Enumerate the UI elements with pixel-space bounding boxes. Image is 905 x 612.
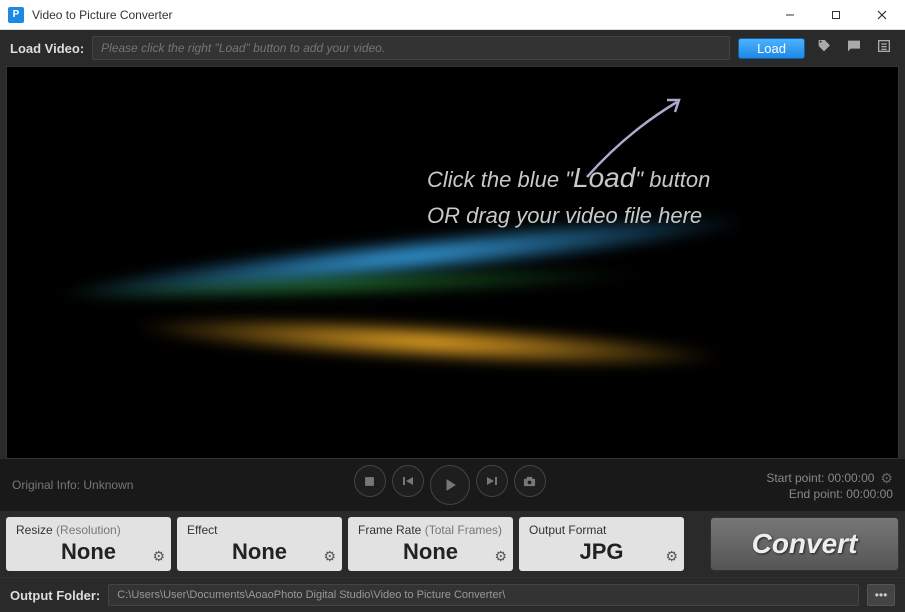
effect-setting[interactable]: Effect None ⚙ [177, 517, 342, 571]
output-folder-label: Output Folder: [10, 588, 100, 603]
tag-icon[interactable] [813, 38, 835, 59]
play-button[interactable] [430, 465, 470, 505]
output-format-setting[interactable]: Output Format JPG ⚙ [519, 517, 684, 571]
maximize-button[interactable] [813, 0, 859, 30]
preview-area[interactable]: Click the blue "Load" button OR drag you… [6, 66, 899, 459]
load-button[interactable]: Load [738, 38, 805, 59]
gear-icon[interactable]: ⚙ [323, 548, 336, 565]
start-point-label: Start point: 00:00:00 [766, 471, 874, 485]
load-toolbar: Load Video: Load [0, 30, 905, 66]
gear-icon[interactable]: ⚙ [152, 548, 165, 565]
prev-frame-button[interactable] [392, 465, 424, 497]
stop-button[interactable] [354, 465, 386, 497]
app-logo-icon: P [8, 7, 24, 23]
next-frame-button[interactable] [476, 465, 508, 497]
list-icon[interactable] [873, 38, 895, 59]
browse-output-button[interactable]: ••• [867, 584, 895, 606]
titlebar: P Video to Picture Converter [0, 0, 905, 30]
resize-setting[interactable]: Resize (Resolution) None ⚙ [6, 517, 171, 571]
end-point-label: End point: 00:00:00 [789, 487, 893, 501]
trim-settings-icon[interactable]: ⚙ [880, 470, 893, 487]
snapshot-button[interactable] [514, 465, 546, 497]
gear-icon[interactable]: ⚙ [665, 548, 678, 565]
settings-row: Resize (Resolution) None ⚙ Effect None ⚙… [0, 511, 905, 577]
video-path-input[interactable] [92, 36, 730, 60]
close-button[interactable] [859, 0, 905, 30]
gear-icon[interactable]: ⚙ [494, 548, 507, 565]
convert-button[interactable]: Convert [710, 517, 899, 571]
output-folder-input[interactable] [108, 584, 859, 606]
decorative-streak [126, 306, 727, 377]
controls-row: Original Info: Unknown Start point: 00:0… [0, 459, 905, 511]
window-title: Video to Picture Converter [32, 8, 173, 22]
preview-hint-text: Click the blue "Load" button OR drag you… [427, 157, 710, 232]
output-folder-row: Output Folder: ••• [0, 577, 905, 612]
minimize-button[interactable] [767, 0, 813, 30]
load-video-label: Load Video: [10, 41, 84, 56]
framerate-setting[interactable]: Frame Rate (Total Frames) None ⚙ [348, 517, 513, 571]
original-info: Original Info: Unknown [12, 478, 133, 492]
comment-icon[interactable] [843, 38, 865, 59]
